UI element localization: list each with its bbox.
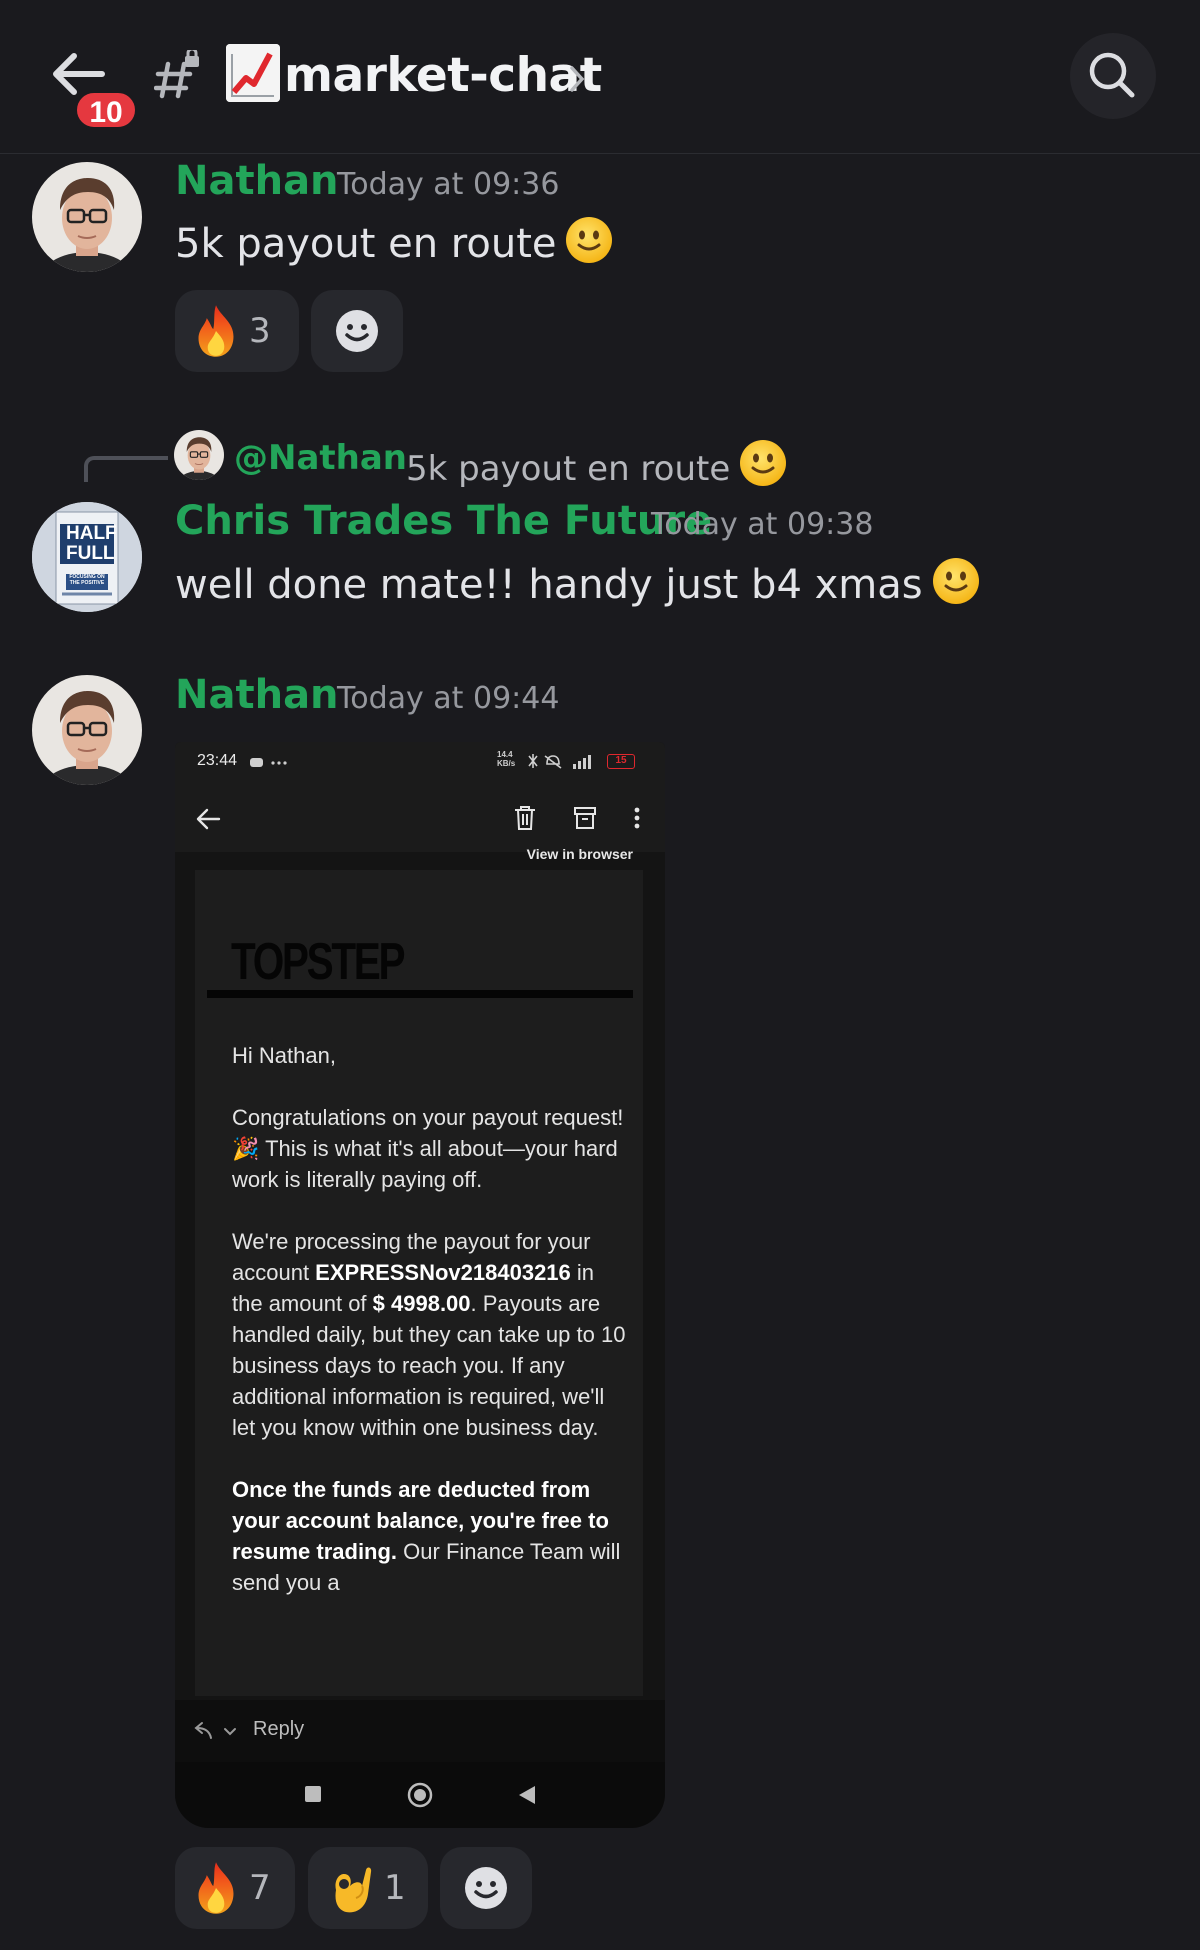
reply-avatar: [174, 430, 224, 480]
chevron-right-icon[interactable]: [568, 64, 588, 94]
channel-name[interactable]: market-chat: [284, 48, 602, 103]
message-timestamp: Today at 09:44: [337, 681, 560, 716]
avatar-text-full: FULL: [66, 543, 115, 564]
status-speed: 14.4 KB/s: [497, 750, 516, 768]
trash-icon[interactable]: [512, 804, 538, 832]
channel-header: 10 market-chat: [0, 0, 1200, 154]
fire-icon: [193, 1860, 239, 1916]
topstep-logo: TOPSTEP: [231, 933, 406, 991]
message-author[interactable]: Chris Trades The Future: [175, 498, 712, 544]
reaction-fire[interactable]: 3: [175, 290, 299, 372]
account-id: EXPRESSNov218403216: [315, 1260, 571, 1285]
divider: [207, 990, 633, 998]
reaction-fire[interactable]: 7: [175, 1847, 295, 1929]
avatar-subtitle: FOCUSING ON THE POSITIVE: [69, 574, 105, 586]
chart-increasing-icon: [226, 44, 280, 102]
fire-icon: [193, 303, 239, 359]
status-time: 23:44: [197, 752, 238, 769]
add-reaction-button[interactable]: [440, 1847, 532, 1929]
add-reaction-icon: [461, 1863, 511, 1913]
image-attachment[interactable]: 23:44 14.4 KB/s 15 View in browser TOPST…: [175, 742, 665, 1828]
email-paragraph-1: Congratulations on your payout request! …: [232, 1105, 624, 1192]
email-reply-bar: [175, 1700, 665, 1762]
reply-preview[interactable]: 5k payout en route: [406, 438, 788, 489]
reply-mention[interactable]: @Nathan: [234, 438, 407, 478]
avatar-text-half: HALF: [66, 523, 117, 544]
message-text: 5k payout en route: [175, 221, 557, 267]
slightly-smiling-face-icon: [738, 438, 788, 488]
back-arrow-icon[interactable]: [195, 806, 221, 832]
reply-label[interactable]: Reply: [253, 1718, 304, 1741]
email-greeting: Hi Nathan,: [232, 1043, 336, 1068]
message-author[interactable]: Nathan: [175, 672, 339, 718]
message-text: well done mate!! handy just b4 xmas: [175, 562, 923, 608]
ok-hand-icon: [335, 1867, 372, 1913]
slightly-smiling-face-icon: [564, 215, 614, 265]
reply-preview-text: 5k payout en route: [406, 449, 731, 489]
email-paragraph-2: We're processing the payout for your acc…: [232, 1226, 630, 1443]
add-reaction-button[interactable]: [311, 290, 403, 372]
phone-status-bar: 23:44 14.4 KB/s 15: [175, 742, 665, 786]
status-misc-icon: [250, 758, 287, 767]
reaction-count: 3: [249, 311, 271, 351]
payout-amount: $ 4998.00: [372, 1291, 471, 1316]
reaction-count: 7: [249, 1868, 271, 1908]
message-content[interactable]: 5k payout en route: [175, 215, 614, 267]
unread-badge: 10: [74, 90, 138, 130]
add-reaction-icon: [332, 306, 382, 356]
avatar[interactable]: HALF FULL FOCUSING ON THE POSITIVE: [32, 502, 142, 612]
back-triangle-icon[interactable]: [517, 1784, 537, 1806]
reply-arrow-icon[interactable]: [191, 1720, 243, 1742]
reaction-count: 1: [384, 1868, 406, 1908]
archive-icon[interactable]: [572, 804, 598, 832]
message-timestamp: Today at 09:36: [337, 167, 560, 202]
battery-indicator: 15: [607, 754, 635, 769]
home-icon[interactable]: [407, 1782, 433, 1808]
message-timestamp: Today at 09:38: [651, 507, 874, 542]
status-signal-icon: [528, 754, 591, 769]
recents-icon[interactable]: [303, 1784, 323, 1804]
android-nav-bar: [175, 1762, 665, 1828]
reply-connector: [84, 456, 168, 482]
slightly-smiling-face-icon: [931, 556, 981, 606]
reaction-ok-hand[interactable]: 1: [308, 1847, 428, 1929]
avatar[interactable]: [32, 675, 142, 785]
email-toolbar: [175, 786, 665, 852]
message-content[interactable]: well done mate!! handy just b4 xmas: [175, 556, 981, 608]
threads-icon: [153, 47, 202, 100]
email-paragraph-3: Once the funds are deducted from your ac…: [232, 1474, 630, 1598]
avatar[interactable]: [32, 162, 142, 272]
more-vertical-icon[interactable]: [631, 804, 643, 832]
view-in-browser-link[interactable]: View in browser: [527, 846, 633, 862]
message-author[interactable]: Nathan: [175, 158, 339, 204]
email-body: Hi Nathan, Congratulations on your payou…: [232, 1040, 630, 1629]
search-icon: [1089, 52, 1135, 98]
search-button[interactable]: [1070, 33, 1156, 119]
